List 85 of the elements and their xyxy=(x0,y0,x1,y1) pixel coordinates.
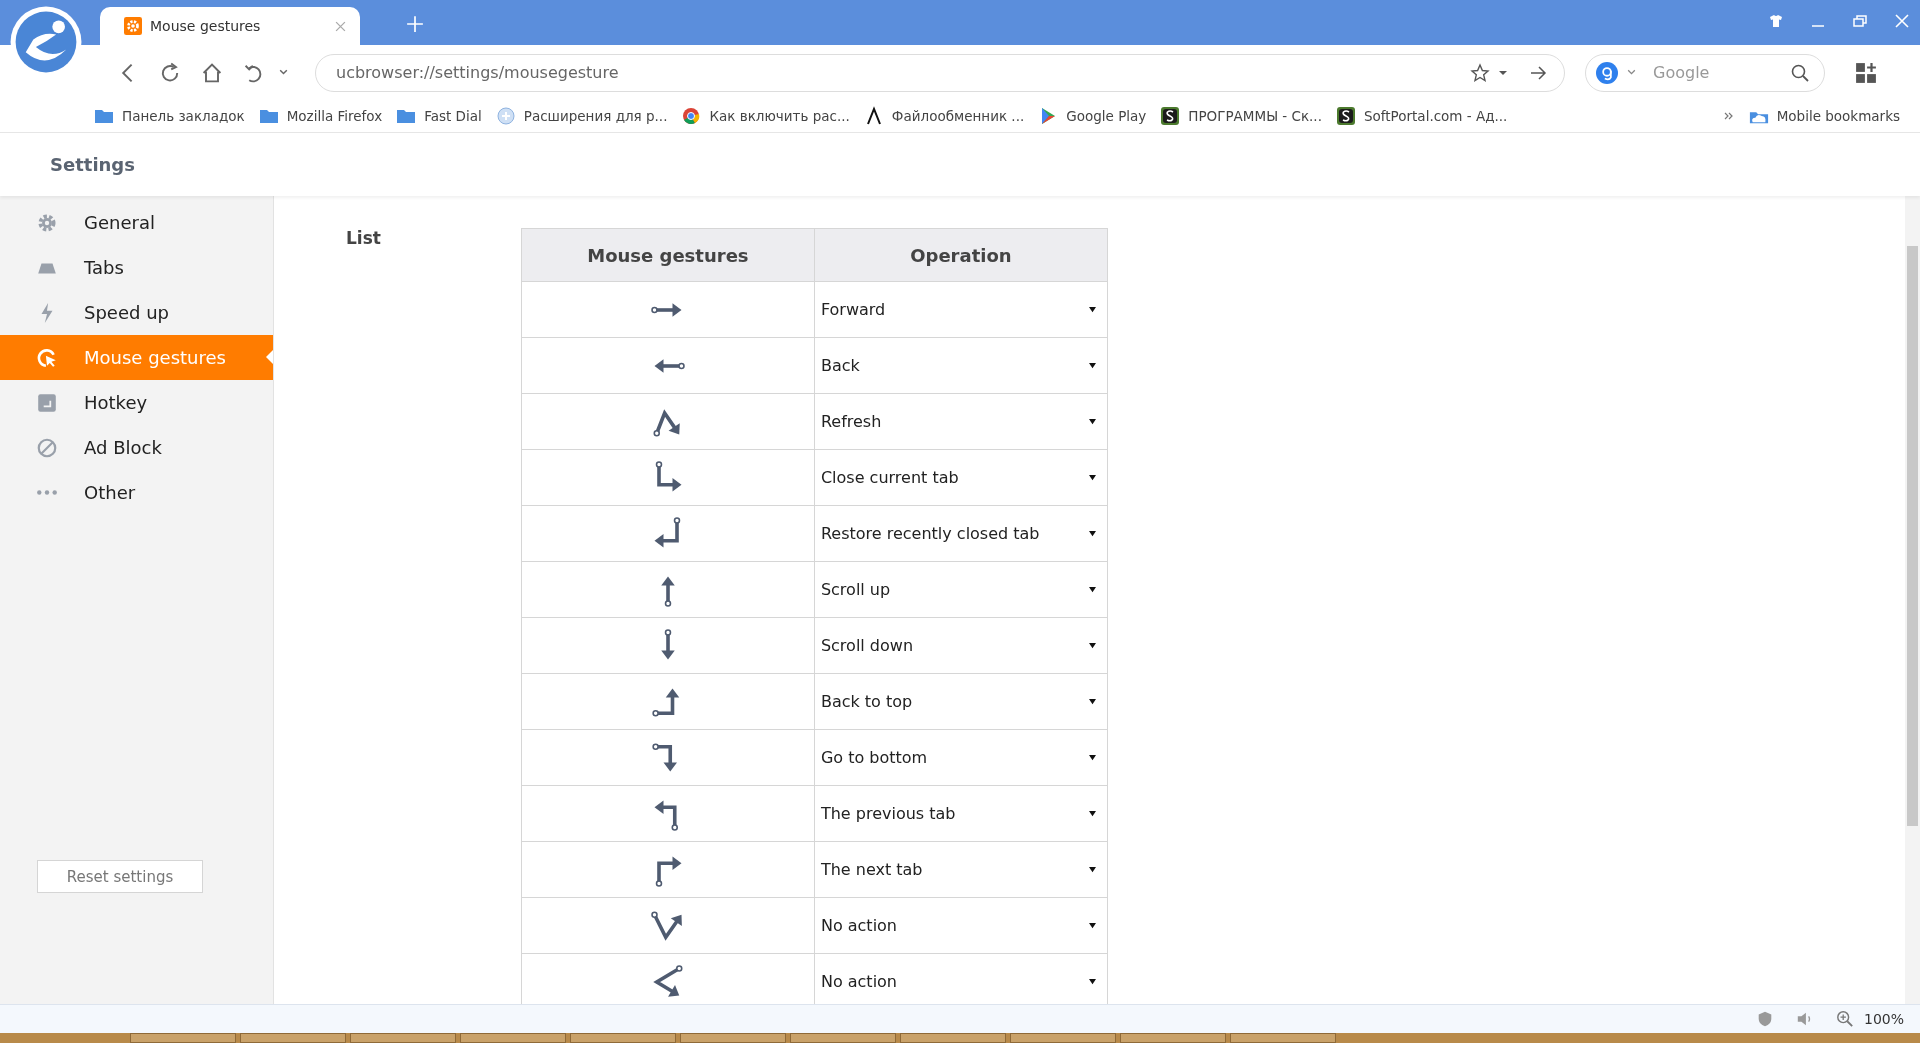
bookmark-item[interactable]: Как включить рас... xyxy=(681,106,850,126)
caret-icon xyxy=(1087,754,1097,761)
scrollbar-thumb[interactable] xyxy=(1907,246,1918,826)
block-icon xyxy=(36,436,58,459)
colored-circle-icon xyxy=(681,106,702,126)
operation-dropdown[interactable]: No action xyxy=(814,954,1107,1004)
taskbar-button[interactable] xyxy=(130,1033,236,1043)
bookmark-item[interactable]: ПРОГРАММЫ - Ск... xyxy=(1160,106,1322,126)
caret-icon xyxy=(1087,530,1097,537)
chevron-down-icon[interactable] xyxy=(278,67,289,78)
taskbar-button[interactable] xyxy=(1010,1033,1116,1043)
bookmark-item[interactable]: Файлообменник ... xyxy=(863,106,1025,126)
star-icon[interactable] xyxy=(1470,62,1490,83)
search-icon[interactable] xyxy=(1790,62,1810,83)
dark-square-icon xyxy=(1335,106,1356,126)
sidebar-item[interactable]: Other xyxy=(0,470,273,515)
bookmark-item[interactable]: Mozilla Firefox xyxy=(258,106,383,126)
taskbar-button[interactable] xyxy=(900,1033,1006,1043)
caret-icon xyxy=(1087,586,1097,593)
caret-icon xyxy=(1087,306,1097,313)
sidebar-item[interactable]: Tabs xyxy=(0,245,273,290)
caret-icon xyxy=(1087,474,1097,481)
operation-dropdown[interactable]: The next tab xyxy=(814,842,1107,897)
more-dots-icon xyxy=(36,488,58,497)
restore-icon[interactable] xyxy=(1852,13,1868,29)
browser-tab[interactable]: Mouse gestures xyxy=(100,7,360,45)
plus-circle-icon xyxy=(495,106,516,126)
bookmark-item[interactable]: Расширения для р... xyxy=(495,106,668,126)
reset-settings-button[interactable]: Reset settings xyxy=(37,860,203,893)
settings-title: Settings xyxy=(50,154,135,175)
operation-dropdown[interactable]: Close current tab xyxy=(814,450,1107,505)
taskbar-button[interactable] xyxy=(240,1033,346,1043)
bookmark-item[interactable]: Панель закладок xyxy=(94,106,245,126)
search-input[interactable]: Google xyxy=(1651,62,1782,83)
taskbar-button[interactable] xyxy=(1120,1033,1226,1043)
operation-dropdown[interactable]: Forward xyxy=(814,282,1107,337)
caret-icon xyxy=(1087,922,1097,929)
sidebar-item[interactable]: General xyxy=(0,200,273,245)
operation-dropdown[interactable]: Scroll up xyxy=(814,562,1107,617)
operation-dropdown[interactable]: Back to top xyxy=(814,674,1107,729)
operation-dropdown[interactable]: Back xyxy=(814,338,1107,393)
operation-dropdown[interactable]: Go to bottom xyxy=(814,730,1107,785)
operation-dropdown[interactable]: The previous tab xyxy=(814,786,1107,841)
chevron-down-icon[interactable] xyxy=(1626,67,1637,78)
dark-square-icon xyxy=(1160,106,1181,126)
cursor-circle-icon xyxy=(36,346,58,369)
taskbar-button[interactable] xyxy=(460,1033,566,1043)
column-header: Mouse gestures xyxy=(521,228,815,282)
taskbar-button[interactable] xyxy=(680,1033,786,1043)
bookmark-item[interactable]: Fast Dial xyxy=(396,106,482,126)
keyboard-key-icon xyxy=(36,391,58,414)
zoom-icon[interactable] xyxy=(1835,1010,1854,1028)
taskbar-button[interactable] xyxy=(790,1033,896,1043)
caret-icon xyxy=(1087,978,1097,985)
sidebar-item[interactable]: Speed up xyxy=(0,290,273,335)
caret-icon xyxy=(1087,362,1097,369)
caret-icon xyxy=(1087,642,1097,649)
section-label: List xyxy=(346,227,381,248)
bookmark-item[interactable]: SoftPortal.com - Ад... xyxy=(1335,106,1508,126)
close-icon[interactable] xyxy=(335,20,346,32)
taskbar-button[interactable] xyxy=(570,1033,676,1043)
address-text: ucbrowser://settings/mousegesture xyxy=(336,63,620,82)
operation-dropdown[interactable]: No action xyxy=(814,898,1107,953)
sidebar-item[interactable]: Ad Block xyxy=(0,425,273,470)
operation-dropdown[interactable]: Refresh xyxy=(814,394,1107,449)
taskbar-button[interactable] xyxy=(350,1033,456,1043)
operation-dropdown[interactable]: Scroll down xyxy=(814,618,1107,673)
zoom-level: 100% xyxy=(1863,1011,1904,1027)
caret-icon xyxy=(1087,810,1097,817)
shirt-icon[interactable] xyxy=(1768,13,1784,29)
caret-icon xyxy=(1087,698,1097,705)
caret-icon xyxy=(1087,866,1097,873)
sidebar-item[interactable]: Hotkey xyxy=(0,380,273,425)
bookmark-item[interactable]: Google Play xyxy=(1038,106,1147,126)
column-header: Operation xyxy=(814,228,1108,282)
caret-icon xyxy=(1087,418,1097,425)
plus-icon[interactable] xyxy=(406,15,424,33)
gear-icon xyxy=(124,17,142,35)
taskbar-button[interactable] xyxy=(1230,1033,1336,1043)
double-chevron-icon[interactable] xyxy=(1722,110,1735,122)
mobile-bookmarks-button[interactable]: Mobile bookmarks xyxy=(1748,106,1900,126)
apps-icon[interactable] xyxy=(1855,61,1877,84)
operation-dropdown[interactable]: Restore recently closed tab xyxy=(814,506,1107,561)
tab-title: Mouse gestures xyxy=(150,18,262,34)
search-engine-icon[interactable] xyxy=(1596,61,1618,84)
